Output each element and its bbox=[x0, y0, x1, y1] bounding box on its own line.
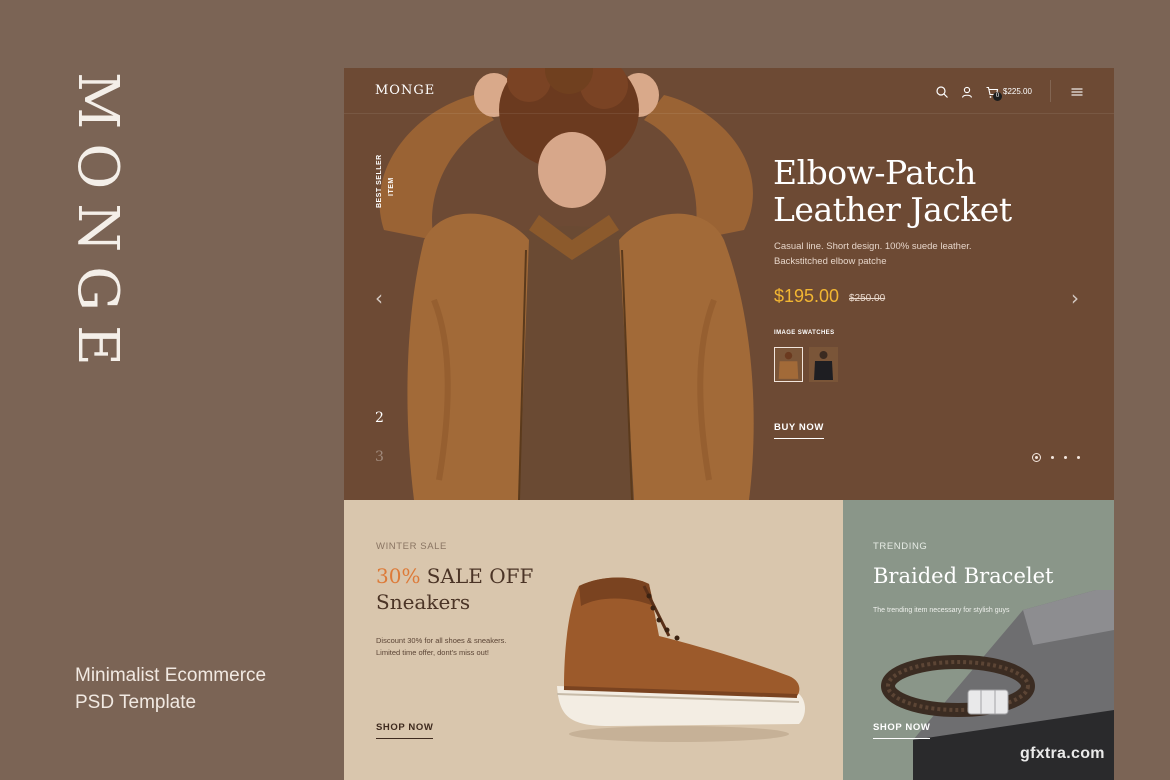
product-description-line-2: Backstitched elbow patche bbox=[774, 256, 887, 267]
website-mockup: MONGE 0 $225.00 BEST SELLER ITEM ‹ › 2 3… bbox=[344, 68, 1114, 780]
slider-dot[interactable] bbox=[1051, 456, 1054, 459]
search-icon[interactable] bbox=[935, 85, 949, 99]
swatch-brown-jacket[interactable] bbox=[774, 347, 803, 382]
trend-title: Braided Bracelet bbox=[873, 564, 1054, 588]
vertical-brand-logo: MONGE bbox=[60, 72, 140, 380]
swatch-black-jacket[interactable] bbox=[809, 347, 838, 382]
swatch-label: IMAGE SWATCHES bbox=[774, 330, 835, 336]
tagline-line-2: PSD Template bbox=[75, 692, 197, 713]
product-price: $195.00 bbox=[774, 286, 840, 306]
product-description-line-1: Casual line. Short design. 100% suede le… bbox=[774, 241, 972, 252]
sale-title-accent: 30% bbox=[376, 564, 421, 588]
slide-number-next[interactable]: 3 bbox=[375, 449, 384, 465]
tagline: Minimalist Ecommerce PSD Template bbox=[75, 662, 266, 716]
header-divider bbox=[1050, 80, 1051, 102]
sale-eyebrow: WINTER SALE bbox=[376, 541, 447, 552]
sneaker-image bbox=[556, 577, 805, 742]
sale-title-line-2: Sneakers bbox=[376, 590, 471, 614]
sale-shop-now-button[interactable]: SHOP NOW bbox=[376, 722, 434, 739]
next-arrow-icon[interactable]: › bbox=[1071, 286, 1079, 310]
tagline-line-1: Minimalist Ecommerce bbox=[75, 665, 267, 686]
prev-arrow-icon[interactable]: ‹ bbox=[375, 286, 383, 310]
watermark: gfxtra.com bbox=[1020, 745, 1105, 762]
product-title-line-1: Elbow-Patch bbox=[773, 153, 976, 192]
sale-description-line-2: Limited time offer, dont's miss out! bbox=[376, 648, 490, 657]
slider-dot[interactable] bbox=[1077, 456, 1080, 459]
best-seller-text: BEST SELLER bbox=[376, 154, 383, 208]
product-description: Casual line. Short design. 100% suede le… bbox=[774, 239, 1004, 269]
promo-card-winter-sale: WINTER SALE 30% SALE OFF Sneakers Discou… bbox=[344, 500, 843, 780]
hero-slider: MONGE 0 $225.00 BEST SELLER ITEM ‹ › 2 3… bbox=[344, 68, 1114, 500]
promo-card-trending: TRENDING Braided Bracelet The trending i… bbox=[843, 500, 1114, 780]
slider-dot[interactable] bbox=[1032, 453, 1041, 462]
sale-title: 30% SALE OFF Sneakers bbox=[376, 563, 533, 615]
model-photo bbox=[379, 68, 754, 500]
buy-now-button[interactable]: BUY NOW bbox=[774, 422, 824, 439]
slide-number-current[interactable]: 2 bbox=[375, 410, 384, 426]
best-seller-label: BEST SELLER ITEM bbox=[374, 154, 434, 210]
product-title-line-2: Leather Jacket bbox=[773, 190, 1012, 229]
user-icon[interactable] bbox=[960, 85, 974, 99]
cart-count-badge: 0 bbox=[993, 92, 1002, 101]
slider-dots bbox=[1032, 453, 1080, 462]
trend-shop-now-button[interactable]: SHOP NOW bbox=[873, 722, 931, 739]
site-header: MONGE 0 $225.00 bbox=[344, 68, 1114, 114]
cart-total[interactable]: $225.00 bbox=[1003, 87, 1032, 96]
trend-eyebrow: TRENDING bbox=[873, 541, 928, 552]
menu-icon[interactable] bbox=[1070, 85, 1084, 99]
product-title: Elbow-Patch Leather Jacket bbox=[773, 154, 1103, 228]
product-old-price: $250.00 bbox=[849, 293, 886, 304]
slider-dot[interactable] bbox=[1064, 456, 1067, 459]
sale-description-line-1: Discount 30% for all shoes & sneakers. bbox=[376, 636, 507, 645]
item-text: ITEM bbox=[388, 177, 395, 196]
vertical-logo-text: MONGE bbox=[65, 72, 130, 380]
sale-description: Discount 30% for all shoes & sneakers. L… bbox=[376, 635, 536, 659]
site-logo[interactable]: MONGE bbox=[375, 83, 435, 98]
sale-title-rest: SALE OFF bbox=[420, 564, 534, 588]
